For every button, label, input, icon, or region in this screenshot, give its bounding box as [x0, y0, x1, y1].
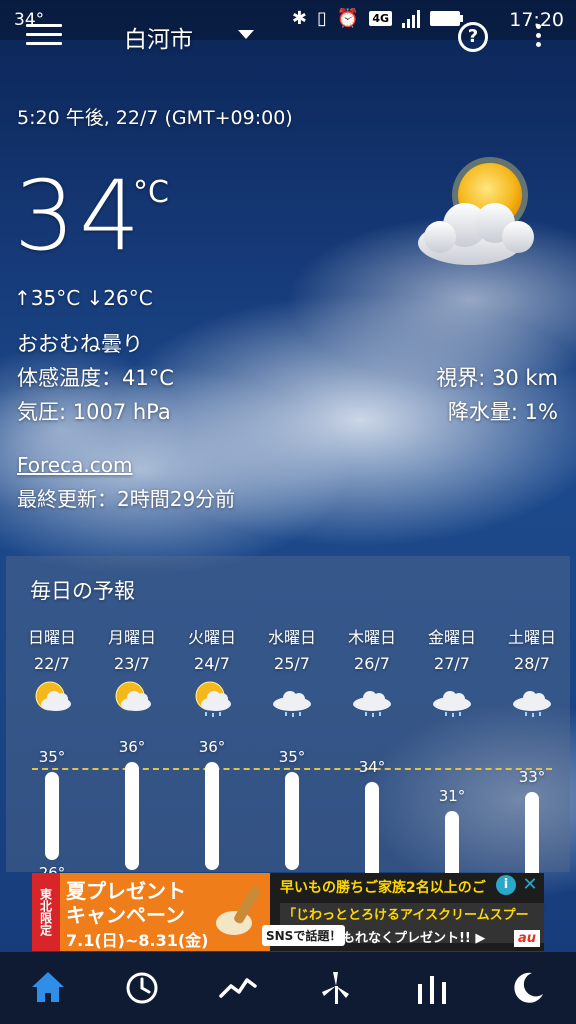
ad-line: 早いもの勝ちご家族2名以上のご [280, 880, 486, 896]
forecast-high-temp: 36° [118, 738, 146, 757]
forecast-day[interactable]: 火曜日24/736°25° [172, 624, 252, 892]
ad-subtitle: キャンペーン [66, 903, 185, 927]
bluetooth-icon: ✱ [291, 8, 307, 29]
forecast-high-temp: 33° [518, 767, 546, 786]
source-link[interactable]: Foreca.com [17, 453, 132, 477]
high-low-temperature: ↑35°C ↓26°C [14, 286, 153, 310]
status-bar [0, 0, 576, 40]
forecast-day-name: 水曜日 [267, 628, 316, 647]
ad-info-icon[interactable]: i [496, 875, 516, 895]
cloud-rain-icon [433, 691, 471, 717]
network-badge: 4G [369, 11, 392, 26]
forecast-day-date: 25/7 [274, 654, 310, 673]
partly-cloudy-sun-icon [418, 157, 534, 265]
current-datetime: 5:20 午後, 22/7 (GMT+09:00) [17, 107, 293, 129]
cloud-rain-icon [353, 691, 391, 717]
forecast-day-date: 27/7 [434, 654, 470, 673]
temperature-range-bar [205, 762, 219, 870]
forecast-high-temp: 36° [198, 738, 226, 757]
forecast-day[interactable]: 月曜日23/736°25° [92, 624, 172, 892]
forecast-day-name: 土曜日 [507, 628, 556, 647]
forecast-day-name: 月曜日 [107, 628, 156, 647]
home-icon[interactable] [28, 968, 68, 1008]
forecast-day-date: 26/7 [354, 654, 390, 673]
forecast-day[interactable]: 日曜日22/735°26° [12, 624, 92, 882]
clock-icon[interactable] [122, 968, 162, 1008]
overflow-menu-icon[interactable] [533, 24, 543, 52]
forecast-day-date: 22/7 [34, 654, 70, 673]
current-temperature: 34 [14, 160, 145, 272]
status-icons: ✱ ▯ ⏰ 4G [291, 8, 463, 29]
forecast-high-temp: 35° [38, 747, 66, 766]
help-icon[interactable]: ? [458, 22, 488, 52]
precipitation: 降水量: 1% [447, 400, 558, 424]
alarm-icon: ⏰ [336, 8, 360, 29]
forecast-day[interactable]: 金曜日27/731°24° [412, 624, 492, 902]
current-temperature-line [32, 768, 552, 770]
weather-condition: おおむね曇り [17, 332, 143, 356]
temperature-range-bar [45, 771, 59, 861]
forecast-day-name: 日曜日 [27, 628, 76, 647]
sun-cloud-rain-icon [195, 681, 231, 717]
forecast-day[interactable]: 土曜日28/733°22° [492, 624, 572, 921]
chevron-down-icon[interactable] [238, 30, 254, 39]
temperature-range-bar [285, 771, 299, 870]
forecast-day-name: 火曜日 [187, 628, 236, 647]
ad-region-tag: 東北限定 [32, 873, 60, 951]
ad-sns-badge: SNSで話題！ [262, 925, 346, 946]
pressure: 気圧: 1007 hPa [17, 400, 171, 424]
menu-icon[interactable] [26, 24, 62, 48]
cloud-rain-icon [273, 691, 311, 717]
wind-turbine-icon[interactable] [316, 968, 356, 1008]
vibrate-icon: ▯ [316, 8, 327, 29]
ad-close-icon[interactable]: ✕ [520, 875, 540, 895]
bar-chart-icon[interactable] [412, 968, 452, 1008]
moon-icon[interactable] [508, 968, 548, 1008]
forecast-high-temp: 31° [438, 787, 466, 806]
temperature-range-bar [365, 781, 379, 880]
ad-dates: 7.1(日)~8.31(金) [66, 931, 209, 950]
city-selector[interactable]: 白河市 [124, 20, 193, 54]
forecast-day-name: 木曜日 [347, 628, 396, 647]
forecast-day-date: 23/7 [114, 654, 150, 673]
line-graph-icon[interactable] [218, 968, 258, 1008]
temperature-range-bar [445, 811, 459, 880]
sun-cloud-icon [35, 681, 71, 711]
last-updated: 最終更新：2時間29分前 [17, 487, 236, 511]
ad-banner[interactable]: 東北限定 夏プレゼント キャンペーン 7.1(日)~8.31(金) 早いもの勝ち… [32, 873, 544, 951]
visibility: 視界: 30 km [436, 366, 558, 390]
forecast-high-temp: 35° [278, 747, 306, 766]
ad-logo: au [513, 930, 540, 947]
feels-like-temperature: 体感温度：41°C [17, 366, 174, 390]
forecast-day[interactable]: 木曜日26/734°24° [332, 624, 412, 902]
bottom-navigation [0, 952, 576, 1024]
forecast-high-temp: 34° [358, 757, 386, 776]
temperature-unit: °C [133, 175, 169, 210]
cloud-rain-icon [513, 691, 551, 717]
battery-icon [430, 11, 463, 26]
temperature-range-bar [125, 762, 139, 870]
forecast-day-name: 金曜日 [427, 628, 476, 647]
ad-line: もれなくプレゼント!! ▶ [342, 931, 486, 946]
forecast-day-date: 28/7 [514, 654, 550, 673]
forecast-title: 毎日の予報 [30, 579, 135, 603]
signal-icon [402, 9, 420, 28]
sun-cloud-icon [115, 681, 151, 711]
forecast-day-date: 24/7 [194, 654, 230, 673]
forecast-day[interactable]: 水曜日25/735°25° [252, 624, 332, 892]
